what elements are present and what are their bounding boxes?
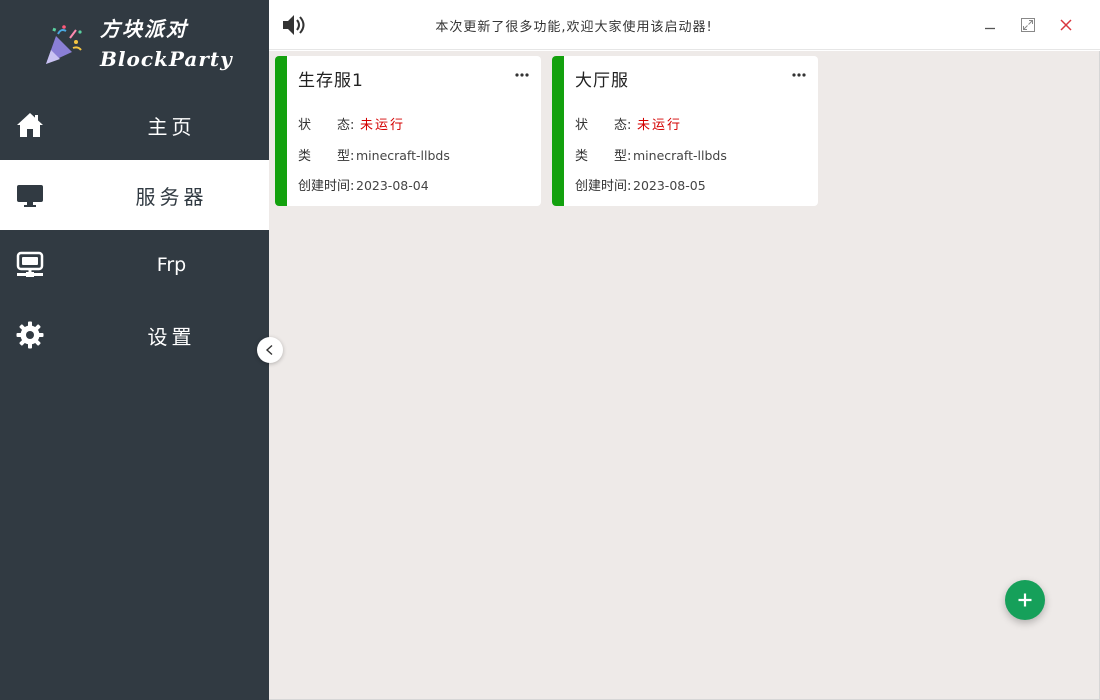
status-row: 状 态: 未运行 — [575, 114, 682, 133]
party-popper-icon — [46, 25, 82, 64]
sidebar-item-servers[interactable]: 服务器 — [0, 160, 269, 230]
logo-title-cn: 方块派对 — [100, 17, 188, 41]
server-card[interactable]: 生存服1 状 态: 未运行 类 型: minecraft-llbds 创建时间: 20… — [275, 56, 541, 206]
status-label: 状 态: — [298, 118, 355, 133]
maximize-button[interactable] — [1015, 12, 1041, 38]
status-accent-bar — [275, 56, 287, 206]
maximize-icon — [1021, 18, 1035, 32]
chevron-left-icon — [265, 344, 273, 356]
app-logo: 方块派对 BlockParty — [0, 0, 269, 90]
sidebar-item-label: 服务器 — [135, 184, 208, 209]
created-label: 创建时间: — [298, 179, 355, 194]
type-value: minecraft-llbds — [356, 148, 450, 163]
sidebar-item-label: 主页 — [147, 114, 196, 139]
created-row: 创建时间: 2023-08-05 — [575, 175, 706, 194]
sidebar-item-frp[interactable]: Frp — [0, 230, 269, 300]
status-value: 未运行 — [637, 118, 683, 133]
sidebar-item-home[interactable]: 主页 — [0, 90, 269, 160]
sidebar-item-label: 设置 — [147, 324, 196, 349]
add-server-button[interactable] — [1005, 580, 1045, 620]
announcement-text: 本次更新了很多功能,欢迎大家使用该启动器! — [435, 20, 713, 35]
type-label: 类 型: — [298, 149, 355, 164]
ellipsis-icon — [515, 73, 529, 77]
minimize-icon — [985, 27, 995, 30]
plus-icon — [1018, 593, 1032, 607]
server-name: 生存服1 — [298, 71, 364, 91]
more-options-button[interactable] — [513, 68, 531, 82]
collapse-sidebar-button[interactable] — [257, 337, 283, 363]
created-label: 创建时间: — [575, 179, 632, 194]
logo-title-en: BlockParty — [100, 47, 233, 71]
type-row: 类 型: minecraft-llbds — [298, 145, 450, 164]
more-options-button[interactable] — [790, 68, 808, 82]
created-value: 2023-08-05 — [633, 178, 706, 193]
status-row: 状 态: 未运行 — [298, 114, 405, 133]
status-label: 状 态: — [575, 118, 632, 133]
status-accent-bar — [552, 56, 564, 206]
minimize-button[interactable] — [977, 12, 1003, 38]
close-button[interactable] — [1053, 12, 1079, 38]
server-name: 大厅服 — [575, 71, 629, 91]
created-value: 2023-08-04 — [356, 178, 429, 193]
ellipsis-icon — [792, 73, 806, 77]
created-row: 创建时间: 2023-08-04 — [298, 175, 429, 194]
sidebar-item-settings[interactable]: 设置 — [0, 300, 269, 370]
close-icon — [1060, 19, 1072, 31]
sidebar-item-label: Frp — [156, 254, 187, 276]
top-bar: 本次更新了很多功能,欢迎大家使用该启动器! — [269, 0, 1100, 50]
type-label: 类 型: — [575, 149, 632, 164]
sidebar: 方块派对 BlockParty 主页 服务器 Frp 设置 — [0, 0, 269, 700]
type-row: 类 型: minecraft-llbds — [575, 145, 727, 164]
monitor-icon — [17, 185, 43, 207]
network-monitor-icon — [16, 251, 44, 277]
gear-icon — [16, 321, 44, 349]
server-card[interactable]: 大厅服 状 态: 未运行 类 型: minecraft-llbds 创建时间: 202… — [552, 56, 818, 206]
server-list-area: 生存服1 状 态: 未运行 类 型: minecraft-llbds 创建时间: 20… — [269, 51, 1100, 700]
home-icon — [17, 113, 43, 137]
status-value: 未运行 — [360, 118, 406, 133]
type-value: minecraft-llbds — [633, 148, 727, 163]
